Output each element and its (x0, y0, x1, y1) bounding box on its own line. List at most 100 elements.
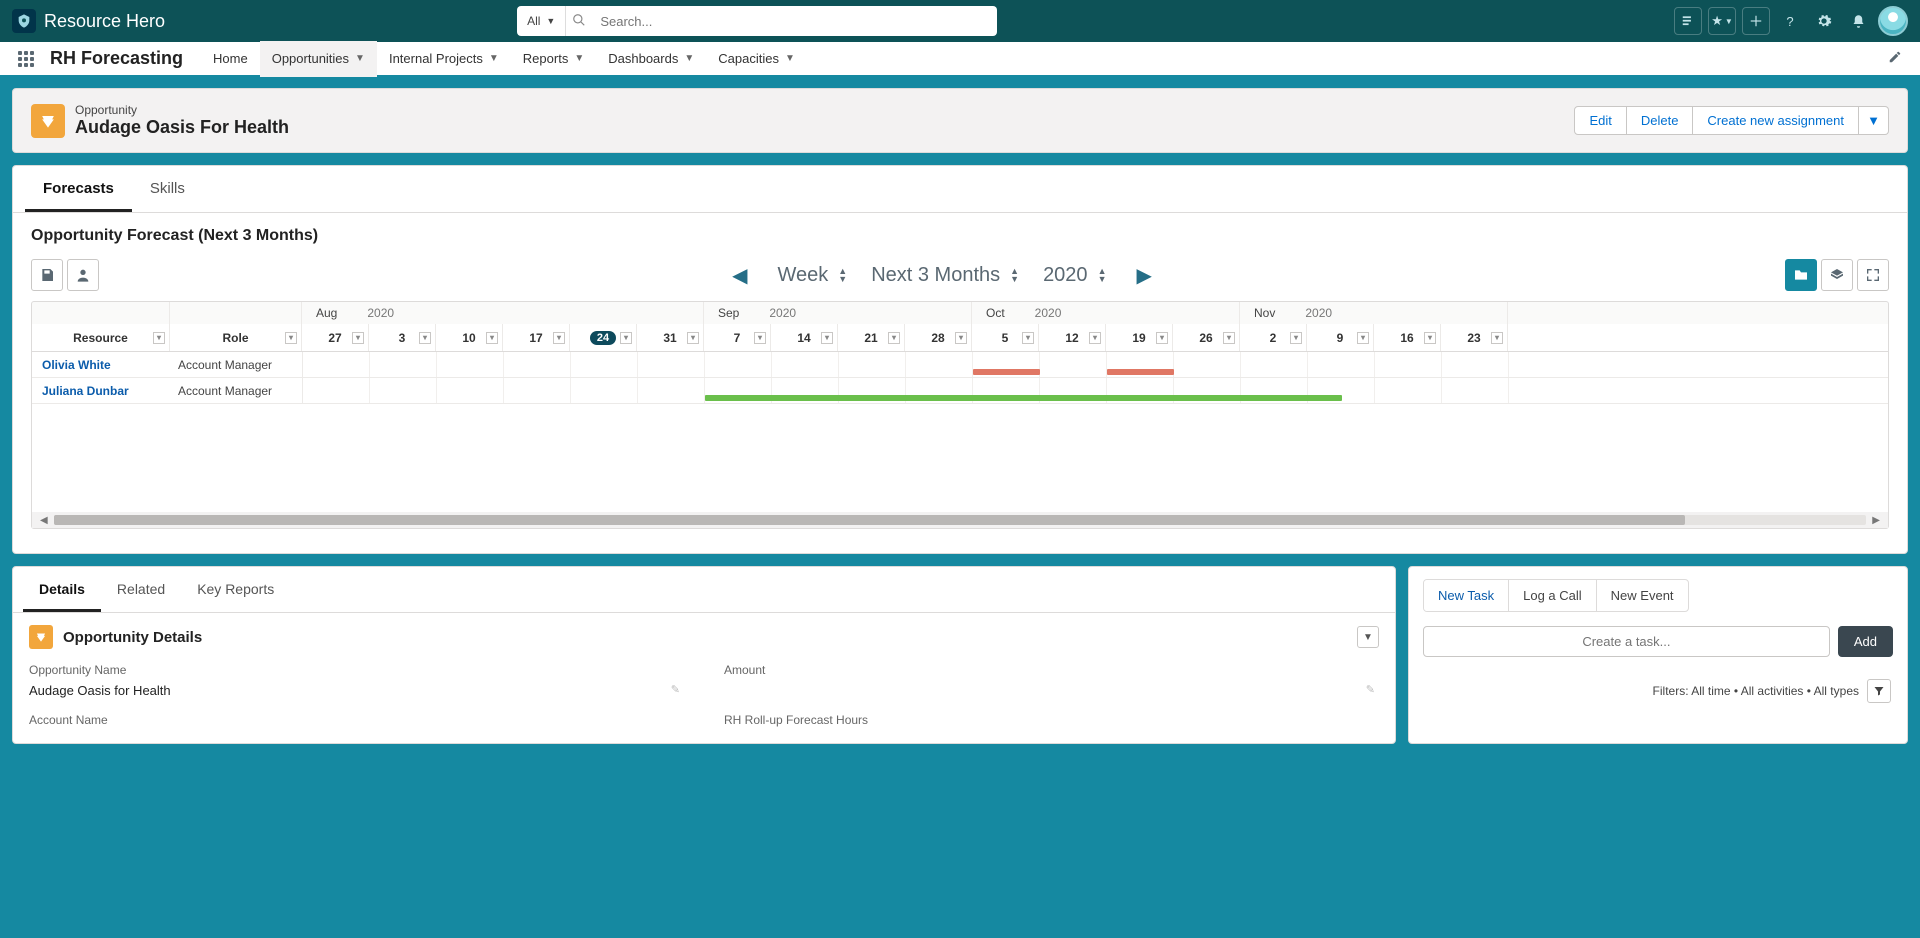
tab-new-task[interactable]: New Task (1424, 580, 1508, 611)
nav-home[interactable]: Home (201, 41, 260, 77)
view-unit-selector[interactable]: Week ▲▼ (778, 264, 848, 287)
filter-icon[interactable]: ▾ (553, 332, 565, 344)
year-selector[interactable]: 2020 ▲▼ (1043, 264, 1106, 287)
week-header-cell[interactable]: 27▾ (302, 324, 369, 351)
filter-icon[interactable]: ▾ (1223, 332, 1235, 344)
allocation-bar[interactable] (973, 369, 1040, 375)
global-search: All ▼ (517, 6, 997, 36)
filter-icon[interactable]: ▾ (754, 332, 766, 344)
week-header-cell[interactable]: 7▾ (704, 324, 771, 351)
week-header-cell[interactable]: 19▾ (1106, 324, 1173, 351)
nav-internal-projects[interactable]: Internal Projects▼ (377, 41, 511, 77)
search-input[interactable] (592, 14, 997, 29)
column-role-header[interactable]: Role ▾ (170, 324, 302, 351)
week-header-cell[interactable]: 12▾ (1039, 324, 1106, 351)
filter-icon[interactable]: ▾ (888, 332, 900, 344)
filter-icon[interactable]: ▾ (1022, 332, 1034, 344)
task-subject-input[interactable] (1423, 626, 1830, 657)
tab-details[interactable]: Details (23, 567, 101, 612)
fullscreen-icon[interactable] (1857, 259, 1889, 291)
week-header-cell[interactable]: 31▾ (637, 324, 704, 351)
person-icon[interactable] (67, 259, 99, 291)
filter-icon[interactable]: ▾ (1156, 332, 1168, 344)
create-assignment-button[interactable]: Create new assignment (1693, 106, 1859, 135)
search-scope-dropdown[interactable]: All ▼ (517, 6, 566, 36)
delete-button[interactable]: Delete (1627, 106, 1694, 135)
nav-dashboards[interactable]: Dashboards▼ (596, 41, 706, 77)
month-header: Aug2020 (302, 302, 704, 324)
filter-icon[interactable]: ▾ (419, 332, 431, 344)
scroll-left-icon[interactable]: ◀ (36, 515, 52, 526)
setup-gear-icon[interactable] (1810, 7, 1838, 35)
week-header-cell[interactable]: 17▾ (503, 324, 570, 351)
forecast-title: Opportunity Forecast (Next 3 Months) (31, 227, 1889, 245)
favorites-list-icon[interactable] (1674, 7, 1702, 35)
filter-icon[interactable]: ▾ (352, 332, 364, 344)
prev-arrow-icon[interactable]: ◀ (726, 263, 753, 288)
global-add-icon[interactable] (1742, 7, 1770, 35)
week-header-cell[interactable]: 10▾ (436, 324, 503, 351)
week-header-cell[interactable]: 24▾ (570, 324, 637, 351)
week-header-cell[interactable]: 26▾ (1173, 324, 1240, 351)
filter-icon[interactable]: ▾ (955, 332, 967, 344)
week-header-cell[interactable]: 21▾ (838, 324, 905, 351)
nav-opportunities[interactable]: Opportunities▼ (260, 41, 377, 77)
edit-pencil-icon[interactable]: ✎ (1366, 683, 1375, 696)
tab-forecasts[interactable]: Forecasts (25, 166, 132, 212)
column-resource-header[interactable]: Resource ▾ (32, 324, 170, 351)
filter-icon[interactable]: ▾ (687, 332, 699, 344)
filter-icon[interactable]: ▾ (1357, 332, 1369, 344)
tab-log-call[interactable]: Log a Call (1508, 580, 1596, 611)
section-menu-dropdown[interactable]: ▼ (1357, 626, 1379, 648)
add-task-button[interactable]: Add (1838, 626, 1893, 657)
scroll-right-icon[interactable]: ▶ (1868, 515, 1884, 526)
week-header-cell[interactable]: 14▾ (771, 324, 838, 351)
filter-icon[interactable]: ▾ (620, 332, 632, 344)
resource-link[interactable]: Juliana Dunbar (32, 384, 170, 398)
resource-link[interactable]: Olivia White (32, 358, 170, 372)
week-header-cell[interactable]: 3▾ (369, 324, 436, 351)
edit-button[interactable]: Edit (1574, 106, 1626, 135)
user-avatar[interactable] (1878, 6, 1908, 36)
more-actions-dropdown[interactable]: ▼ (1859, 106, 1889, 135)
filter-icon[interactable]: ▾ (153, 332, 165, 344)
week-header-cell[interactable]: 5▾ (972, 324, 1039, 351)
tab-skills[interactable]: Skills (132, 166, 203, 212)
nav-capacities[interactable]: Capacities▼ (706, 41, 807, 77)
filter-icon[interactable]: ▾ (486, 332, 498, 344)
next-arrow-icon[interactable]: ▶ (1130, 263, 1157, 288)
allocation-bar[interactable] (705, 395, 1342, 401)
help-icon[interactable]: ? (1776, 7, 1804, 35)
notifications-bell-icon[interactable] (1844, 7, 1872, 35)
edit-nav-pencil-icon[interactable] (1878, 50, 1912, 67)
filter-icon[interactable]: ▾ (285, 332, 297, 344)
folder-icon[interactable] (1785, 259, 1817, 291)
favorite-star-icon[interactable]: ★▼ (1708, 7, 1736, 35)
field-account-name: Account Name (29, 713, 684, 731)
record-name: Audage Oasis For Health (75, 117, 289, 138)
allocation-bar[interactable] (1107, 369, 1174, 375)
nav-reports[interactable]: Reports▼ (511, 41, 596, 77)
filter-icon[interactable]: ▾ (1089, 332, 1101, 344)
edit-pencil-icon[interactable]: ✎ (671, 683, 680, 696)
app-launcher-icon[interactable] (8, 41, 44, 77)
chevron-down-icon: ▼ (574, 53, 584, 64)
week-header-cell[interactable]: 9▾ (1307, 324, 1374, 351)
filter-icon[interactable]: ▾ (1290, 332, 1302, 344)
week-header-cell[interactable]: 16▾ (1374, 324, 1441, 351)
filters-summary[interactable]: Filters: All time • All activities • All… (1653, 684, 1859, 698)
filter-icon[interactable]: ▾ (1491, 332, 1503, 344)
filter-funnel-icon[interactable] (1867, 679, 1891, 703)
layers-icon[interactable] (1821, 259, 1853, 291)
range-selector[interactable]: Next 3 Months ▲▼ (871, 264, 1019, 287)
week-header-cell[interactable]: 23▾ (1441, 324, 1508, 351)
horizontal-scrollbar[interactable]: ◀ ▶ (32, 512, 1888, 528)
filter-icon[interactable]: ▾ (1424, 332, 1436, 344)
week-header-cell[interactable]: 28▾ (905, 324, 972, 351)
tab-key-reports[interactable]: Key Reports (181, 567, 290, 612)
tab-new-event[interactable]: New Event (1596, 580, 1688, 611)
week-header-cell[interactable]: 2▾ (1240, 324, 1307, 351)
tab-related[interactable]: Related (101, 567, 181, 612)
filter-icon[interactable]: ▾ (821, 332, 833, 344)
save-icon[interactable] (31, 259, 63, 291)
